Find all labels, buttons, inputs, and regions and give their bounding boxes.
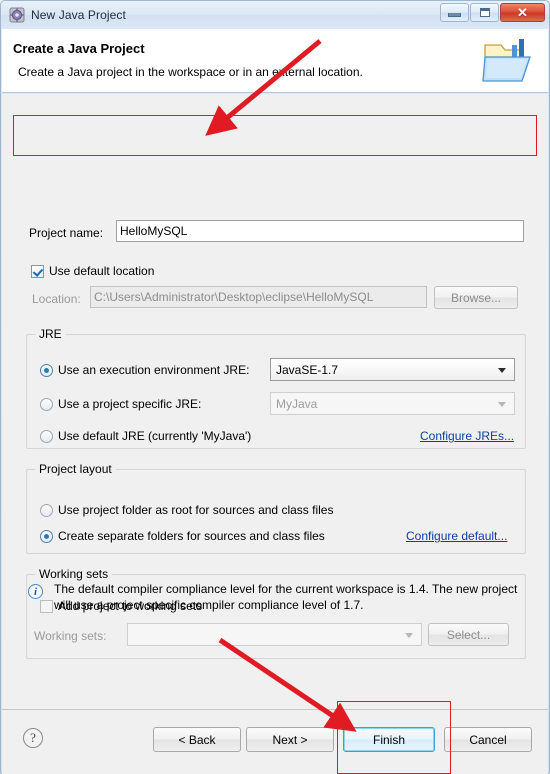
execution-environment-combo[interactable]: JavaSE-1.7 <box>270 358 515 381</box>
layout-radio-separate-folders[interactable] <box>40 530 53 543</box>
working-sets-combo[interactable] <box>127 623 422 646</box>
title-bar[interactable]: New Java Project ✕ <box>1 1 549 29</box>
select-working-sets-button[interactable]: Select... <box>428 623 509 646</box>
location-input[interactable]: C:\Users\Administrator\Desktop\eclipse\H… <box>90 286 427 308</box>
use-default-location-label: Use default location <box>49 264 155 278</box>
project-layout-group-title: Project layout <box>35 462 116 476</box>
browse-button-label: Browse... <box>450 290 501 305</box>
back-button-label: < Back <box>178 732 216 747</box>
minimize-button[interactable] <box>440 3 469 22</box>
chevron-down-icon <box>498 401 506 407</box>
next-button[interactable]: Next > <box>246 727 334 752</box>
project-specific-jre-value: MyJava <box>276 396 318 411</box>
browse-button[interactable]: Browse... <box>434 286 518 309</box>
next-button-label: Next > <box>272 732 308 747</box>
wizard-content: Project name: HelloMySQL Use default loc… <box>2 94 548 709</box>
execution-environment-value: JavaSE-1.7 <box>276 362 339 377</box>
configure-jres-link[interactable]: Configure JREs... <box>420 429 514 443</box>
working-sets-group-title: Working sets <box>35 567 113 581</box>
project-name-input[interactable]: HelloMySQL <box>116 220 524 242</box>
cancel-button-label: Cancel <box>469 732 507 747</box>
configure-default-link[interactable]: Configure default... <box>406 529 507 543</box>
location-value: C:\Users\Administrator\Desktop\eclipse\H… <box>94 290 374 304</box>
jre-group-title: JRE <box>35 327 66 341</box>
cancel-button[interactable]: Cancel <box>444 727 532 752</box>
help-button[interactable]: ? <box>23 728 43 748</box>
jre-radio-execution-environment[interactable] <box>40 364 53 377</box>
close-button[interactable]: ✕ <box>500 3 545 22</box>
jre-radio-project-specific[interactable] <box>40 398 53 411</box>
jre-option-2-label: Use default JRE (currently 'MyJava') <box>58 429 252 443</box>
project-name-value: HelloMySQL <box>120 224 188 238</box>
new-java-project-dialog: New Java Project ✕ Create a Java Project… <box>0 0 550 774</box>
info-icon: i <box>28 584 43 599</box>
close-icon: ✕ <box>517 5 528 20</box>
layout-radio-project-folder-root[interactable] <box>40 504 53 517</box>
select-working-sets-label: Select... <box>446 627 491 642</box>
location-label: Location: <box>32 292 81 306</box>
eclipse-wizard-icon <box>9 7 25 23</box>
jre-radio-default[interactable] <box>40 430 53 443</box>
use-default-location-checkbox[interactable] <box>31 265 44 278</box>
layout-option-0-label: Use project folder as root for sources a… <box>58 503 334 517</box>
jre-option-1-label: Use a project specific JRE: <box>58 397 202 411</box>
info-message: The default compiler compliance level fo… <box>54 582 518 612</box>
java-project-folder-icon <box>481 35 536 87</box>
layout-option-1-label: Create separate folders for sources and … <box>58 529 325 543</box>
button-bar: ? < Back Next > Finish Cancel <box>2 710 548 774</box>
wizard-header: Create a Java Project Create a Java proj… <box>2 29 548 93</box>
finish-button[interactable]: Finish <box>343 727 435 752</box>
working-sets-label: Working sets: <box>34 629 107 643</box>
page-description: Create a Java project in the workspace o… <box>18 65 363 79</box>
project-specific-jre-combo[interactable]: MyJava <box>270 392 515 415</box>
maximize-icon <box>479 8 490 17</box>
jre-option-0-label: Use an execution environment JRE: <box>58 363 250 377</box>
window-controls: ✕ <box>440 3 545 22</box>
window-title: New Java Project <box>31 8 126 22</box>
help-button-label: ? <box>30 730 36 745</box>
project-name-label: Project name: <box>29 226 104 240</box>
minimize-icon <box>448 13 461 17</box>
finish-button-label: Finish <box>372 732 405 747</box>
back-button[interactable]: < Back <box>153 727 241 752</box>
chevron-down-icon <box>498 367 506 373</box>
page-title: Create a Java Project <box>13 41 145 56</box>
add-project-to-working-sets-checkbox[interactable] <box>40 600 53 613</box>
screenshot-root: New Java Project ✕ Create a Java Project… <box>0 0 550 774</box>
maximize-button[interactable] <box>470 3 499 22</box>
chevron-down-icon <box>405 632 413 638</box>
